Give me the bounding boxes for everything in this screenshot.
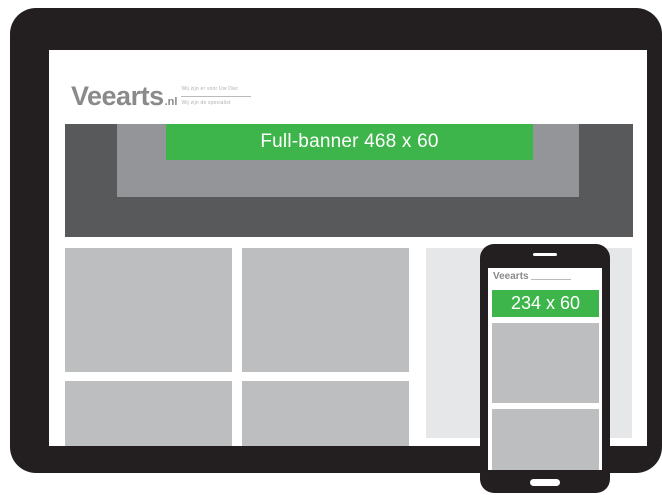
- phone-logo-rule: [530, 279, 571, 280]
- mobile-banner-ad[interactable]: 234 x 60: [492, 290, 599, 317]
- hero-section: Full-banner 468 x 60: [65, 124, 633, 237]
- logo-tagline-line-2: Wij zijn de specialist: [181, 100, 231, 106]
- phone-content-tile[interactable]: [492, 323, 599, 403]
- logo-wordmark: Veearts: [71, 81, 164, 111]
- phone-home-button[interactable]: [530, 479, 560, 486]
- content-tile[interactable]: [65, 381, 232, 446]
- site-logo[interactable]: Veearts .nl Wij zijn er voor Uw Dier Wij…: [71, 70, 252, 111]
- phone-site-logo[interactable]: Veearts: [493, 272, 571, 282]
- phone-screen: Veearts 234 x 60: [488, 268, 602, 470]
- logo-tld: .nl: [164, 96, 178, 108]
- phone-speaker: [533, 253, 557, 256]
- content-tile[interactable]: [242, 248, 409, 372]
- logo-tagline-line-1: Wij zijn er voor Uw Dier: [181, 86, 239, 92]
- content-tile[interactable]: [65, 248, 232, 372]
- logo-tagline: Wij zijn er voor Uw Dier Wij zijn de spe…: [181, 86, 252, 106]
- phone-device: Veearts 234 x 60: [480, 244, 610, 493]
- phone-content-tile[interactable]: [492, 409, 599, 470]
- content-tile[interactable]: [242, 381, 409, 446]
- logo-tagline-rule: [181, 96, 252, 97]
- full-banner-ad[interactable]: Full-banner 468 x 60: [166, 124, 533, 160]
- phone-logo-wordmark: Veearts: [493, 271, 529, 282]
